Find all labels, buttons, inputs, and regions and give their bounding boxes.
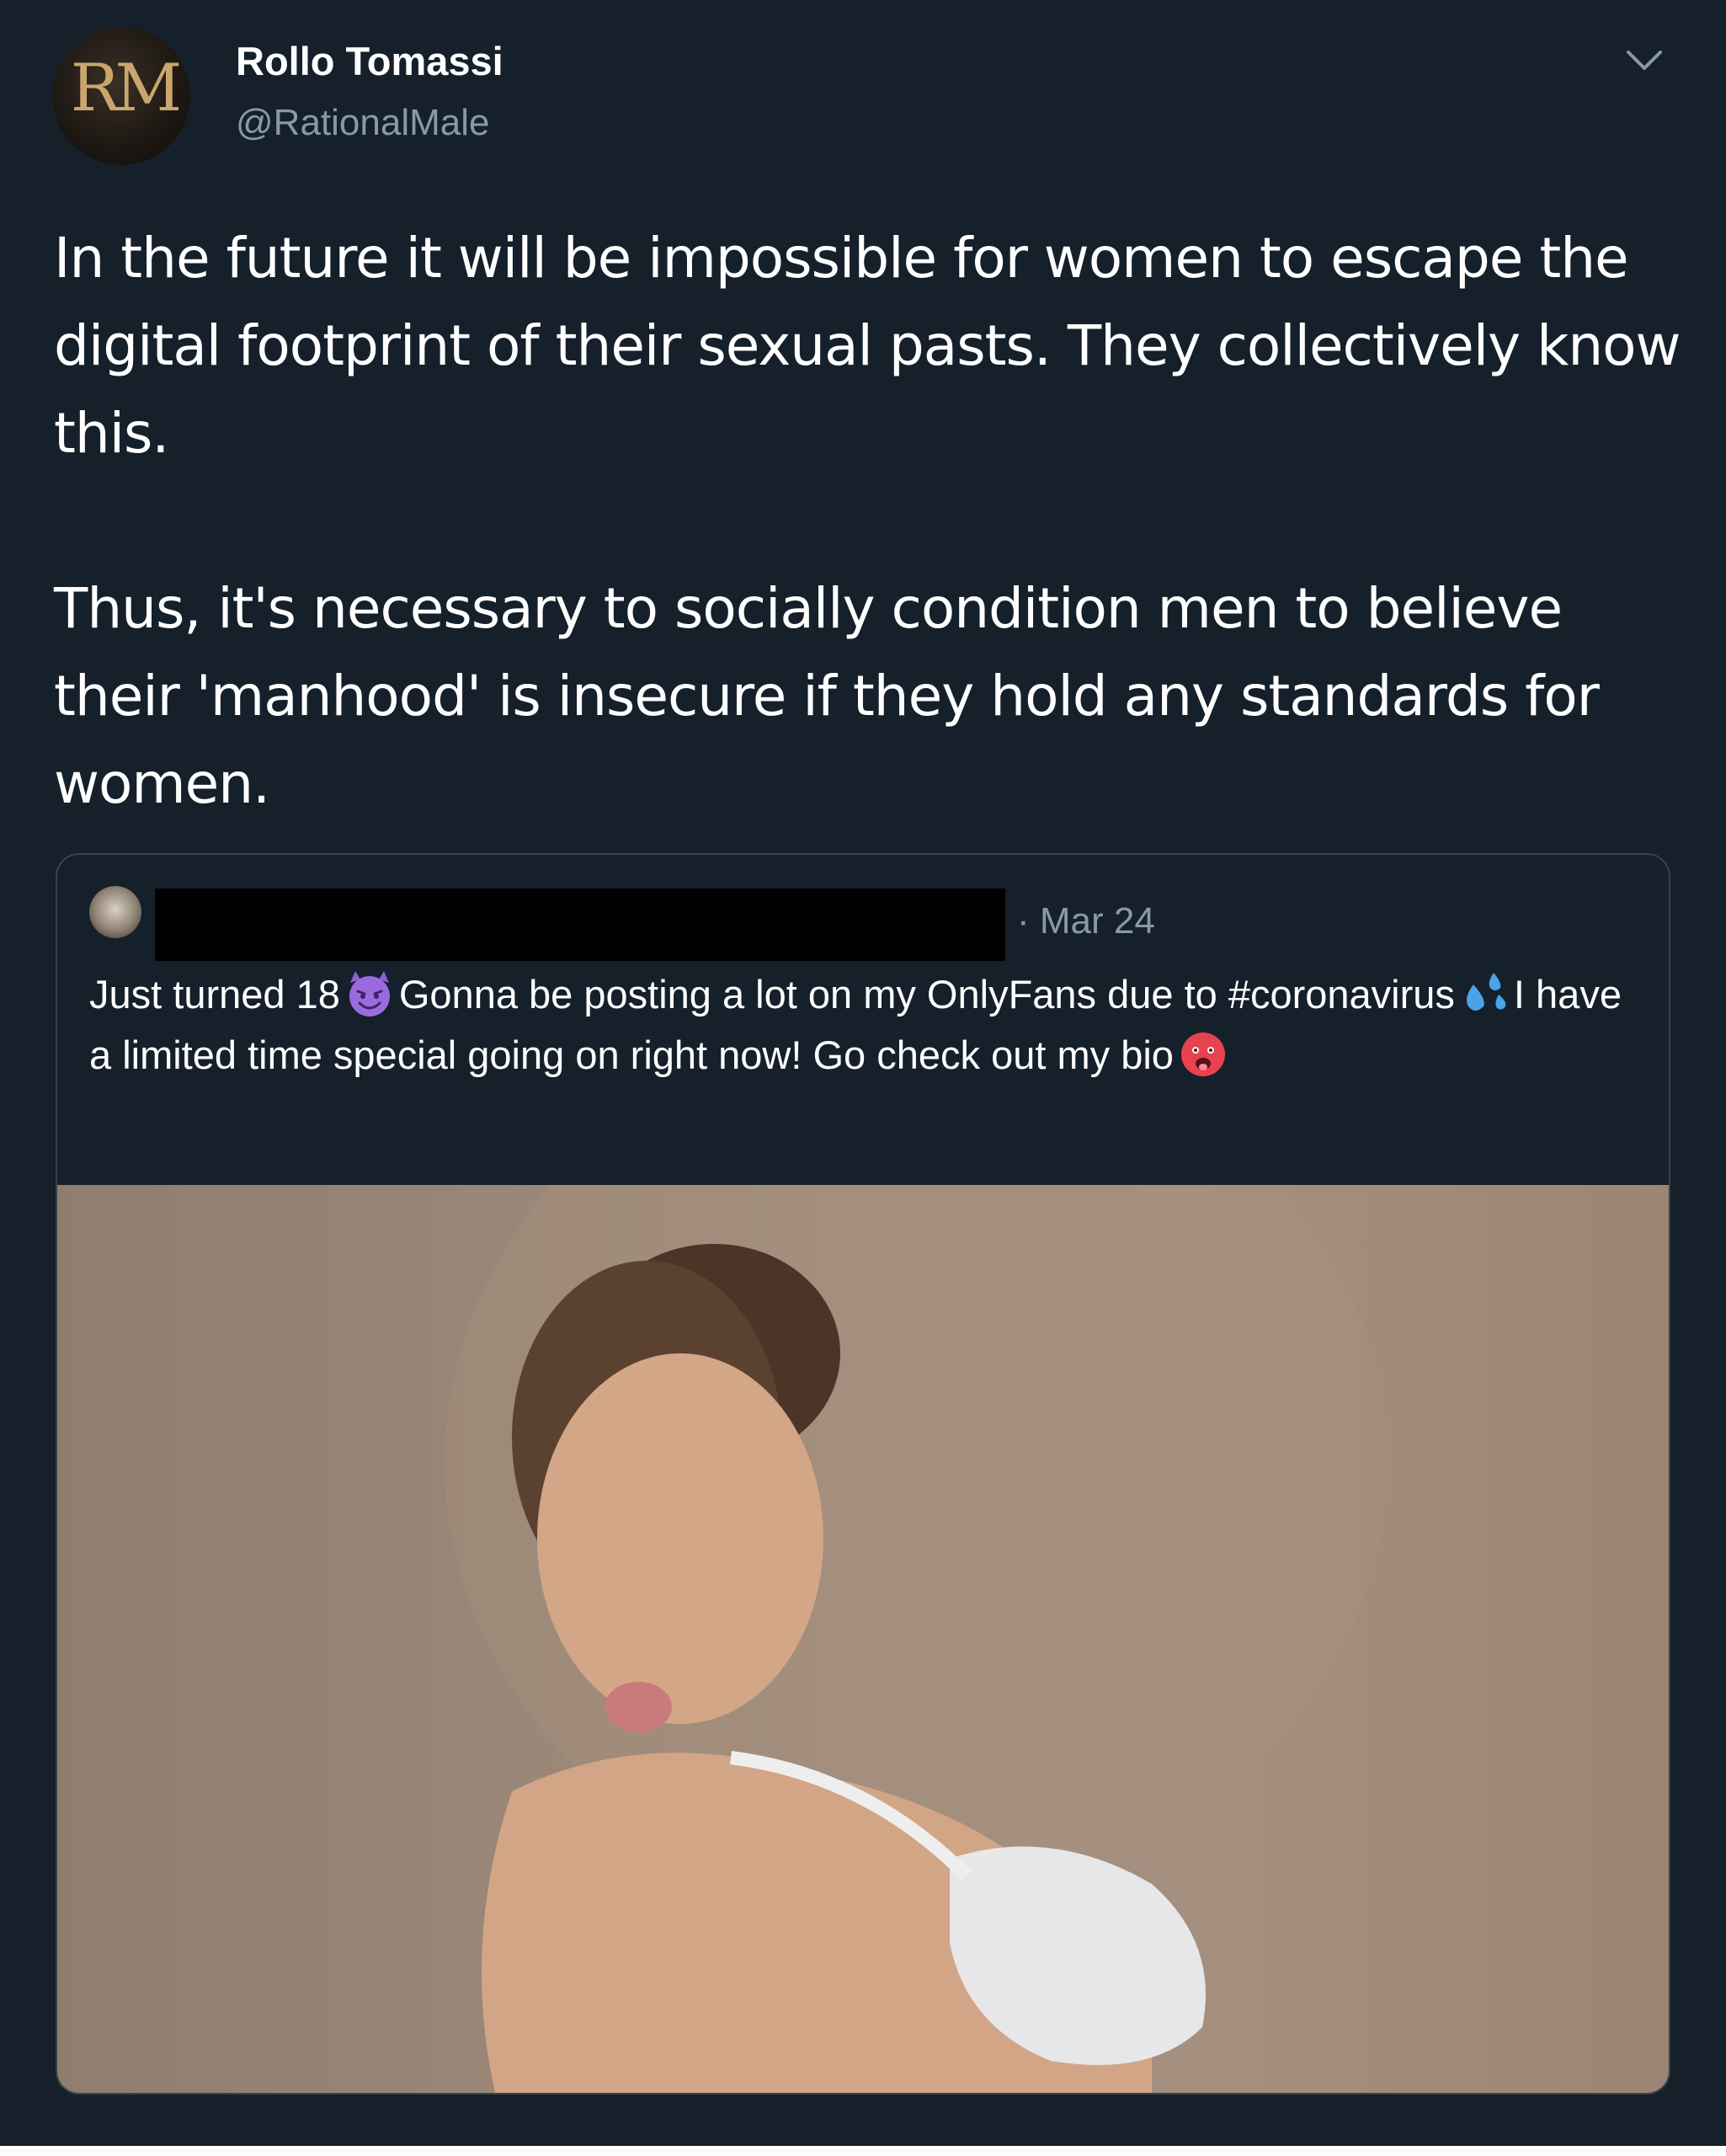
author-display-name[interactable]: Rollo Tomassi [236, 38, 503, 84]
quoted-author-avatar [89, 886, 141, 938]
photo-figure-silhouette [445, 1025, 1388, 2093]
quoted-tweet-card[interactable]: · Mar 24 Just turned 18 Gonna be posting… [56, 853, 1670, 2095]
redaction-bar [155, 889, 1005, 961]
quoted-tweet-text: Just turned 18 Gonna be posting a lot on… [89, 964, 1647, 1086]
smiling-devil-emoji [349, 971, 390, 1017]
sweat-droplets-emoji [1466, 973, 1506, 1011]
quoted-tweet-date: · Mar 24 [1017, 900, 1155, 942]
author-avatar[interactable]: RM [52, 27, 190, 165]
tweet-paragraph: Thus, it's necessary to socially conditi… [54, 576, 1600, 816]
avatar-monogram: RM [70, 51, 183, 126]
author-handle[interactable]: @RationalMale [236, 102, 489, 144]
quoted-text-segment: Just turned 18 [89, 972, 340, 1017]
quoted-tweet-photo[interactable] [57, 1025, 1669, 2093]
tweet-screenshot: RM Rollo Tomassi @RationalMale In the fu… [0, 0, 1726, 2146]
tweet-body: In the future it will be impossible for … [54, 215, 1696, 828]
hot-face-emoji [1180, 1033, 1225, 1076]
quoted-text-segment: Gonna be posting a lot on my OnlyFans du… [398, 972, 1455, 1017]
tweet-paragraph: In the future it will be impossible for … [54, 226, 1681, 466]
chevron-down-icon[interactable] [1623, 45, 1665, 74]
